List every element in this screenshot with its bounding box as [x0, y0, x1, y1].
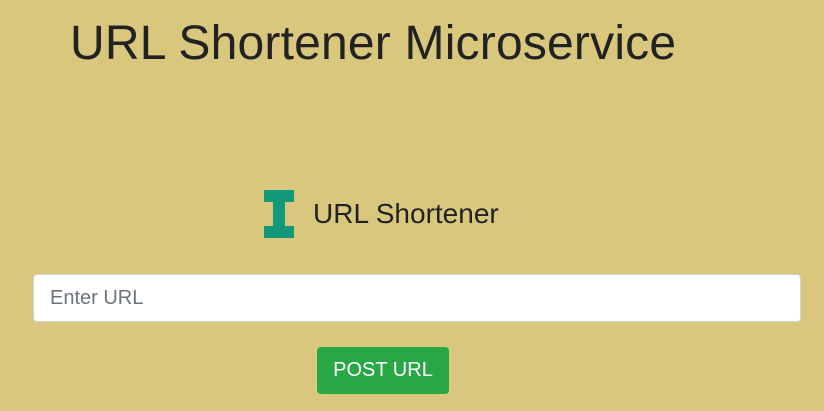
page-title: URL Shortener Microservice [70, 17, 677, 70]
i-beam-logo-icon [264, 190, 294, 238]
brand: URL Shortener [262, 188, 499, 240]
post-url-button[interactable]: POST URL [317, 347, 449, 394]
url-input[interactable] [33, 274, 801, 322]
brand-name: URL Shortener [313, 198, 499, 229]
